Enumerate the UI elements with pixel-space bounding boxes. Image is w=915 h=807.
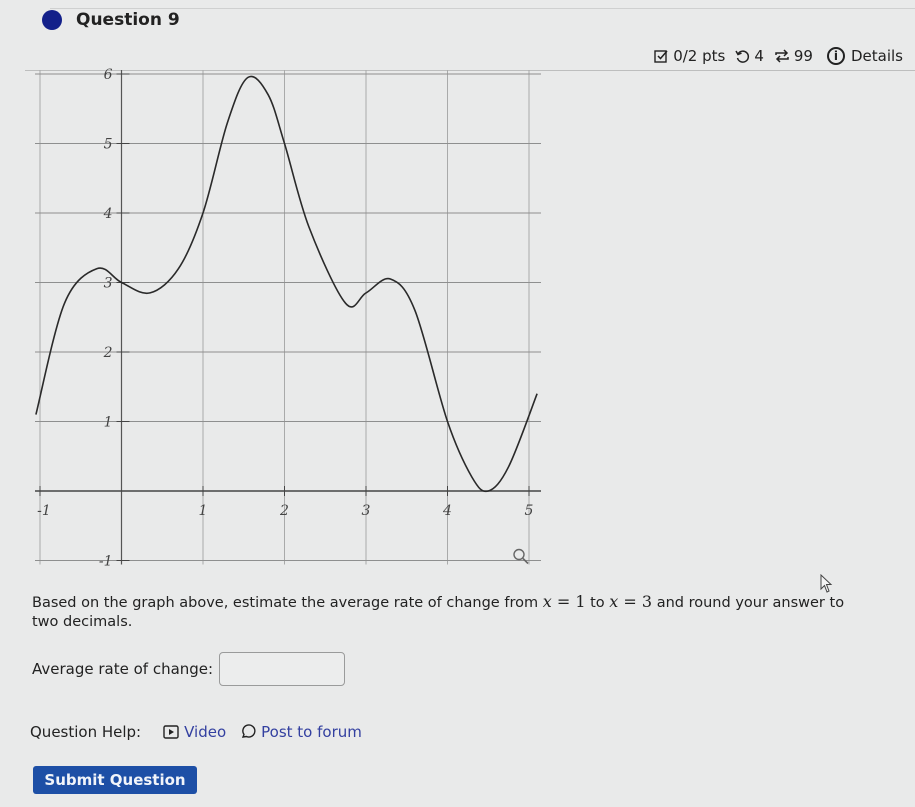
video-link[interactable]: Video <box>163 723 226 741</box>
y-tick-label: -1 <box>99 554 113 570</box>
y-tick-label: 1 <box>104 415 113 431</box>
help-label: Question Help: <box>30 723 142 741</box>
x-tick-label: 1 <box>199 503 208 519</box>
attempts-count: 99 <box>793 47 813 65</box>
function-graph: -1 1 2 3 4 5 6 5 4 3 2 1 -1 <box>30 62 550 572</box>
graph-svg: -1 1 2 3 4 5 6 5 4 3 2 1 -1 <box>35 67 541 570</box>
question-help: Question Help: Video Post to forum <box>30 723 376 741</box>
math-x-equals-1: x = 1 <box>542 592 586 611</box>
math-x-equals-3: x = 3 <box>609 592 653 611</box>
y-tick-label: 6 <box>104 67 113 83</box>
question-meta: 0/2 pts 4 99 i Details <box>644 47 903 65</box>
question-header: Question 9 <box>42 10 180 30</box>
y-tick-label: 2 <box>103 345 113 361</box>
top-divider <box>50 8 915 9</box>
details-button[interactable]: i Details <box>826 47 903 65</box>
checkbox-icon <box>654 49 669 64</box>
prompt-text-before: Based on the graph above, estimate the a… <box>32 595 543 611</box>
question-prompt: Based on the graph above, estimate the a… <box>32 592 862 632</box>
undo-icon <box>735 49 750 64</box>
x-tick-label: 5 <box>525 503 534 519</box>
question-status-dot <box>42 10 62 30</box>
x-tick-label: -1 <box>37 503 51 519</box>
details-label: Details <box>850 47 903 65</box>
speech-bubble-icon <box>240 724 256 740</box>
points-text: 0/2 pts <box>673 47 726 65</box>
points-indicator: 0/2 pts <box>654 47 725 65</box>
prompt-to: to <box>585 595 610 611</box>
average-rate-input[interactable] <box>219 652 346 686</box>
repeat-icon <box>774 48 790 64</box>
info-icon: i <box>826 47 845 65</box>
question-title: Question 9 <box>76 10 180 30</box>
video-label: Video <box>184 723 227 741</box>
mouse-cursor-icon <box>820 573 834 598</box>
post-to-forum-link[interactable]: Post to forum <box>240 723 362 741</box>
answer-label: Average rate of change: <box>32 660 214 678</box>
y-tick-label: 4 <box>103 206 113 222</box>
x-tick-label: 3 <box>362 503 371 519</box>
forum-label: Post to forum <box>261 723 362 741</box>
x-tick-label: 4 <box>442 503 452 519</box>
answer-row: Average rate of change: <box>32 652 346 686</box>
attempts-indicator: 99 <box>774 47 813 65</box>
video-icon <box>163 725 179 739</box>
submit-question-button[interactable]: Submit Question <box>33 766 197 794</box>
magnify-graph-icon[interactable] <box>513 548 529 565</box>
y-tick-label: 3 <box>104 276 113 292</box>
retries-count: 4 <box>754 47 764 65</box>
retries-indicator: 4 <box>735 47 764 65</box>
x-tick-label: 2 <box>279 503 289 519</box>
y-tick-label: 5 <box>104 137 113 153</box>
